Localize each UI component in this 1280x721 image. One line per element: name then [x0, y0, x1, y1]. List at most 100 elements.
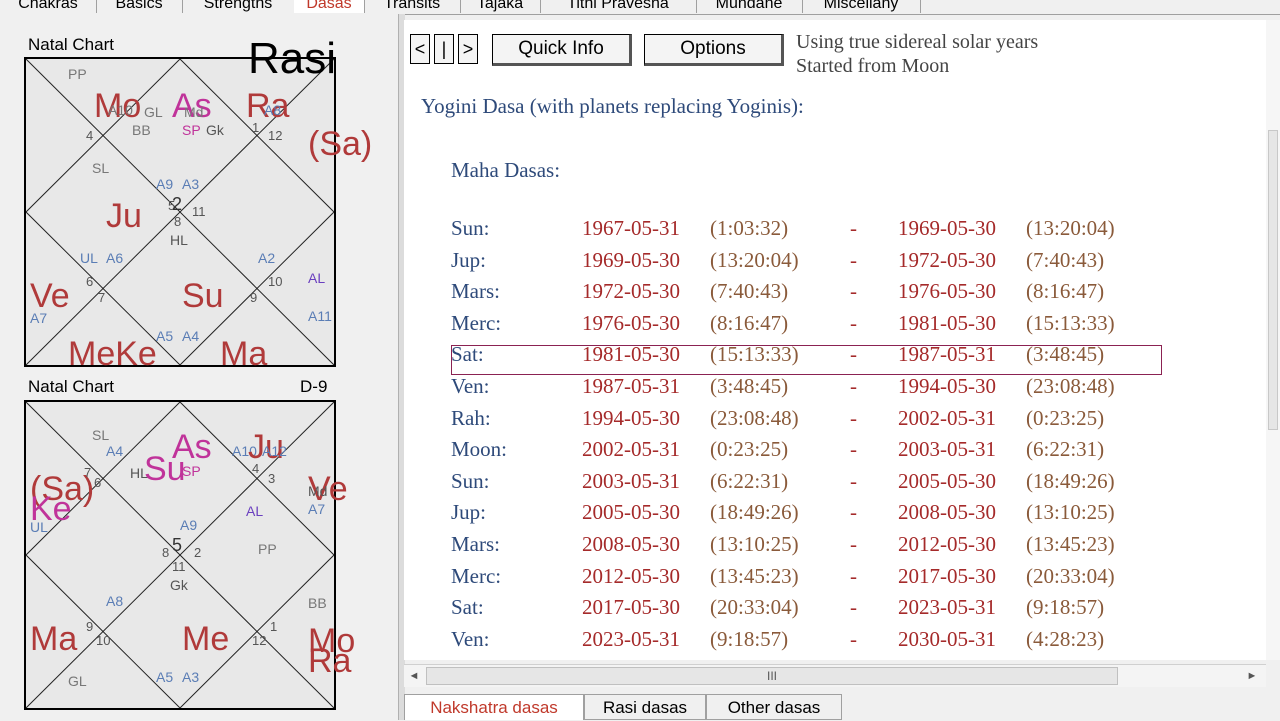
house-num-4: 4	[86, 128, 94, 143]
dasa-lord: Rah:	[451, 406, 491, 430]
table-row[interactable]: Ven: 1987-05-31 (3:48:45) - 1994-05-30 (23:08…	[404, 374, 1280, 404]
table-row[interactable]: Ven: 2023-05-31 (9:18:57) - 2030-05-31 (4:28:…	[404, 627, 1280, 657]
label-a5: A5	[156, 669, 174, 685]
separator: -	[850, 248, 857, 272]
house-num-2: 2	[194, 545, 202, 560]
dasa-title: Yogini Dasa (with planets replacing Yogi…	[421, 94, 804, 118]
label-a5: A5	[156, 328, 174, 344]
tab-rasi-dasas[interactable]: Rasi dasas	[584, 694, 706, 720]
label-a3: A3	[182, 176, 200, 192]
house-num-9: 9	[86, 619, 94, 634]
tab-transits[interactable]: Transits	[364, 0, 461, 13]
tab-dasas[interactable]: Dasas	[294, 0, 365, 13]
end-time: (0:23:25)	[1026, 406, 1105, 430]
label-hl: HL	[170, 232, 188, 248]
tab-strengths[interactable]: Strengths	[182, 0, 295, 13]
table-row[interactable]: Merc: 2012-05-30 (13:45:23) - 2017-05-30 (20:…	[404, 564, 1280, 594]
rasi-chart[interactable]: Rasi PP Mo A10 GL As Md Ra A8 BB SP Gk 4…	[24, 37, 372, 371]
label-sl: SL	[92, 160, 110, 176]
table-row[interactable]: Sun: 1967-05-31 (1:03:32) - 1969-05-30 (13:20…	[404, 216, 1280, 246]
planet-meke: MeKe	[68, 335, 157, 373]
house-num-6: 6	[94, 475, 102, 490]
separator: -	[850, 374, 857, 398]
end-time: (13:10:25)	[1026, 500, 1115, 524]
label-sp: SP	[182, 122, 201, 138]
house-num-8: 8	[162, 545, 170, 560]
end-time: (13:20:04)	[1026, 216, 1115, 240]
table-row[interactable]: Jup: 2005-05-30 (18:49:26) - 2008-05-30 (13:1…	[404, 500, 1280, 530]
start-date: 2012-05-30	[582, 564, 680, 588]
chart-name: Rasi	[248, 34, 337, 83]
start-date: 1994-05-30	[582, 406, 680, 430]
tab-basics[interactable]: Basics	[96, 0, 183, 13]
table-row[interactable]: Mars: 2008-05-30 (13:10:25) - 2012-05-30 (13:…	[404, 532, 1280, 562]
planet-su: Su	[182, 277, 224, 315]
separator: -	[850, 216, 857, 240]
end-time: (13:45:23)	[1026, 532, 1115, 556]
table-row[interactable]: Jup: 1969-05-30 (13:20:04) - 1972-05-30 (7:40…	[404, 248, 1280, 278]
vertical-scroll-thumb[interactable]	[1268, 130, 1278, 430]
end-time: (7:40:43)	[1026, 248, 1105, 272]
quick-info-button[interactable]: Quick Info	[492, 34, 632, 66]
start-date: 2005-05-30	[582, 500, 680, 524]
start-time: (18:49:26)	[710, 500, 799, 524]
house-num-2: 2	[172, 194, 183, 214]
planet-su: Su	[144, 450, 186, 488]
house-num-10: 10	[96, 633, 111, 648]
next-button[interactable]: >	[458, 34, 478, 64]
scroll-right-icon[interactable]: ►	[1242, 667, 1262, 685]
horizontal-scroll-thumb[interactable]: III	[426, 667, 1118, 685]
end-date: 1969-05-30	[898, 216, 996, 240]
dasa-lord: Sun:	[451, 469, 490, 493]
table-row[interactable]: Moon: 2002-05-31 (0:23:25) - 2003-05-31 (6:22…	[404, 437, 1280, 467]
tab-miscellany[interactable]: Miscellany	[802, 0, 921, 13]
end-date: 1994-05-30	[898, 374, 996, 398]
prev-button[interactable]: <	[410, 34, 430, 64]
dasa-lord: Mars:	[451, 279, 500, 303]
table-row[interactable]: Sat: 2017-05-30 (20:33:04) - 2023-05-31 (9:18…	[404, 595, 1280, 625]
label-sp: SP	[182, 463, 201, 479]
table-row[interactable]: Merc: 1976-05-30 (8:16:47) - 1981-05-30 (15:1…	[404, 311, 1280, 341]
table-row[interactable]: Mars: 1972-05-30 (7:40:43) - 1976-05-30 (8:16…	[404, 279, 1280, 309]
end-time: (6:22:31)	[1026, 437, 1105, 461]
table-row[interactable]: Rah: 1994-05-30 (23:08:48) - 2002-05-31 (0:23…	[404, 406, 1280, 436]
scroll-left-icon[interactable]: ◄	[404, 667, 424, 685]
house-num-11: 11	[172, 559, 186, 574]
separator: -	[850, 500, 857, 524]
tab-tithi-pravesha[interactable]: Tithi Pravesha	[540, 0, 697, 13]
tab-mundane[interactable]: Mundane	[696, 0, 803, 13]
table-row[interactable]: Sun: 2003-05-31 (6:22:31) - 2005-05-30 (18:49…	[404, 469, 1280, 499]
tab-nakshatra-dasas[interactable]: Nakshatra dasas	[404, 694, 584, 720]
start-date: 1987-05-31	[582, 374, 680, 398]
options-button[interactable]: Options	[644, 34, 784, 66]
end-date: 1976-05-30	[898, 279, 996, 303]
vertical-scrollbar[interactable]	[1266, 20, 1280, 660]
tab-chakras[interactable]: Chakras	[0, 0, 97, 13]
pause-button[interactable]: |	[434, 34, 454, 64]
house-num-4: 4	[252, 461, 260, 476]
horizontal-scrollbar[interactable]: ◄ III ►	[404, 664, 1266, 687]
label-sl: SL	[92, 427, 110, 443]
label-al: AL	[308, 270, 326, 286]
dasa-lord: Jup:	[451, 500, 487, 524]
start-time: (8:16:47)	[710, 311, 789, 335]
top-tab-bar: Chakras Basics Strengths Dasas Transits …	[0, 0, 1280, 15]
label-a6: A6	[106, 250, 124, 266]
planet-sa: (Sa)	[308, 125, 373, 163]
label-a3: A3	[182, 669, 200, 685]
separator: -	[850, 311, 857, 335]
label-a9: A9	[180, 517, 198, 533]
start-time: (13:45:23)	[710, 564, 799, 588]
label-gk: Gk	[170, 577, 188, 593]
start-date: 1976-05-30	[582, 311, 680, 335]
separator: -	[850, 279, 857, 303]
dasa-lord: Sun:	[451, 216, 490, 240]
start-time: (7:40:43)	[710, 279, 789, 303]
end-time: (20:33:04)	[1026, 564, 1115, 588]
tab-other-dasas[interactable]: Other dasas	[706, 694, 842, 720]
end-time: (9:18:57)	[1026, 595, 1105, 619]
navamsa-chart[interactable]: SL A4 As A10 Ju A12 4 3 HL Su SP (Sa) Ke…	[24, 400, 355, 710]
separator: -	[850, 595, 857, 619]
info-line-2: Started from Moon	[796, 55, 950, 77]
tab-tajaka[interactable]: Tajaka	[460, 0, 541, 13]
